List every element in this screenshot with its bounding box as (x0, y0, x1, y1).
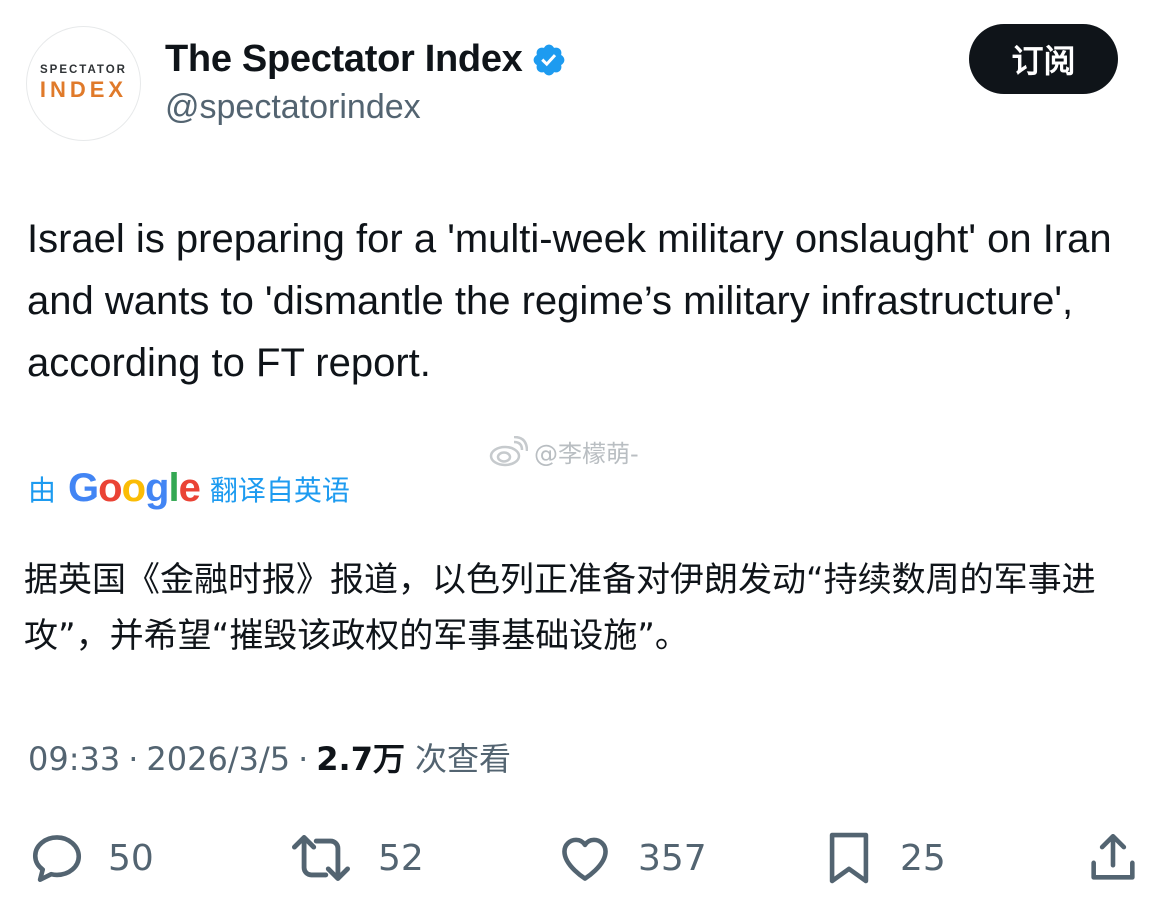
retweet-icon (292, 835, 351, 881)
watermark: @李檬萌- (488, 434, 639, 469)
like-icon (562, 837, 608, 881)
share-button[interactable] (1084, 826, 1142, 890)
views-label: 次查看 (414, 740, 511, 778)
bookmark-button[interactable]: 25 (820, 826, 946, 890)
subscribe-button[interactable]: 订阅 (969, 24, 1118, 94)
tweet-text: Israel is preparing for a 'multi-week mi… (27, 217, 1112, 385)
tweet-date[interactable]: 2026/3/5 (146, 740, 290, 778)
bookmark-count: 25 (900, 837, 946, 879)
reply-button[interactable]: 50 (28, 826, 154, 890)
avatar[interactable]: SPECTATOR INDEX (26, 26, 141, 141)
view-count: 2.7万 (316, 740, 405, 778)
translation-attribution[interactable]: 由 Google 翻译自英语 (28, 466, 350, 511)
tweet-time[interactable]: 09:33 (28, 740, 120, 778)
meta-separator: · (128, 740, 139, 778)
action-bar: 50 52 357 25 (0, 826, 1162, 890)
reply-count: 50 (108, 837, 154, 879)
meta-separator: · (298, 740, 309, 778)
tweet-meta: 09:33 · 2026/3/5 · 2.7万 次查看 (28, 734, 511, 780)
retweet-button[interactable]: 52 (286, 826, 424, 890)
verified-badge-icon (533, 44, 564, 75)
author-handle[interactable]: @spectatorindex (165, 88, 421, 127)
avatar-bottom-text: INDEX (39, 77, 128, 102)
google-logo: Google (68, 466, 201, 510)
like-button[interactable]: 357 (554, 826, 707, 890)
translated-by-label: 由 (28, 473, 57, 507)
like-count: 357 (638, 837, 707, 879)
watermark-text: @李檬萌- (534, 440, 639, 468)
reply-icon (32, 835, 82, 883)
retweet-count: 52 (378, 837, 424, 879)
translated-from-label[interactable]: 翻译自英语 (210, 469, 350, 509)
avatar-top-text: SPECTATOR (39, 64, 127, 76)
share-icon (1091, 833, 1135, 880)
translated-text: 据英国《金融时报》报道，以色列正准备对伊朗发动“持续数周的军事进攻”，并希望“摧… (24, 560, 1096, 656)
bookmark-icon (829, 832, 869, 884)
weibo-icon (489, 435, 528, 466)
display-name[interactable]: The Spectator Index (165, 38, 523, 81)
author-name-row: The Spectator Index (165, 38, 567, 81)
